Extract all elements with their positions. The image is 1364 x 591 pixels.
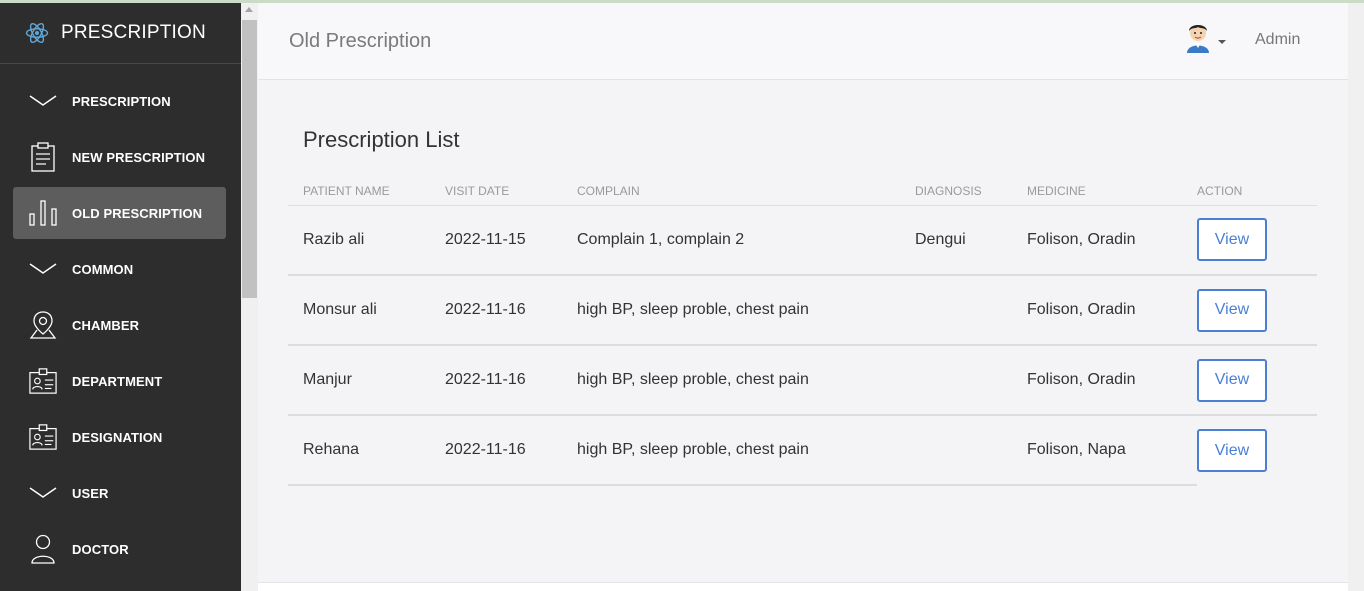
list-title: Prescription List bbox=[303, 127, 460, 152]
sidebar-item-label: DOCTOR bbox=[72, 541, 129, 557]
sidebar-item-department[interactable]: DEPARTMENT bbox=[13, 355, 226, 407]
medicine-cell: Folison, Napa bbox=[1027, 415, 1197, 486]
chevron-down-icon bbox=[29, 478, 57, 508]
clipboard-icon bbox=[29, 142, 57, 172]
view-button[interactable]: View bbox=[1197, 358, 1267, 402]
column-header-visit-date: VISIT DATE bbox=[445, 178, 577, 206]
sidebar-item-label: COMMON bbox=[72, 261, 134, 277]
action-cell: View bbox=[1197, 275, 1317, 346]
user-name[interactable]: Admin bbox=[1255, 31, 1300, 49]
scroll-thumb[interactable] bbox=[242, 20, 257, 298]
complain-cell: high BP, sleep proble, chest pain bbox=[577, 415, 915, 486]
diagnosis-cell bbox=[915, 415, 1027, 486]
brand-title: PRESCRIPTION bbox=[61, 22, 206, 43]
table-row: Manjur 2022-11-16 high BP, sleep proble,… bbox=[288, 345, 1317, 416]
sidebar-scrollbar[interactable] bbox=[241, 3, 258, 591]
table-row: Monsur ali 2022-11-16 high BP, sleep pro… bbox=[288, 275, 1317, 346]
visit-date-cell: 2022-11-16 bbox=[445, 345, 577, 416]
diagnosis-cell bbox=[915, 275, 1027, 346]
patient-name-cell: Razib ali bbox=[288, 205, 445, 276]
medicine-cell: Folison, Oradin bbox=[1027, 205, 1197, 276]
table-header-row: PATIENT NAME VISIT DATE COMPLAIN DIAGNOS… bbox=[288, 178, 1317, 206]
complain-cell: high BP, sleep proble, chest pain bbox=[577, 345, 915, 416]
column-header-patient-name: PATIENT NAME bbox=[288, 178, 445, 206]
top-header: Old Prescription Admin bbox=[258, 3, 1348, 80]
sidebar-nav: PRESCRIPTION NEW PRESCRIPTION OLD PRESCR… bbox=[0, 64, 241, 575]
sidebar-item-prescription[interactable]: PRESCRIPTION bbox=[13, 75, 226, 127]
chevron-down-icon bbox=[29, 86, 57, 116]
sidebar-item-common[interactable]: COMMON bbox=[13, 243, 226, 295]
prescription-table: PATIENT NAME VISIT DATE COMPLAIN DIAGNOS… bbox=[288, 178, 1317, 486]
action-cell: View bbox=[1197, 415, 1317, 485]
user-icon bbox=[29, 534, 57, 564]
column-header-medicine: MEDICINE bbox=[1027, 178, 1197, 206]
medicine-cell: Folison, Oradin bbox=[1027, 275, 1197, 346]
medicine-cell: Folison, Oradin bbox=[1027, 345, 1197, 416]
view-button[interactable]: View bbox=[1197, 218, 1267, 262]
id-card-icon bbox=[29, 422, 57, 452]
column-header-diagnosis: DIAGNOSIS bbox=[915, 178, 1027, 206]
action-cell: View bbox=[1197, 205, 1317, 276]
sidebar-item-label: OLD PRESCRIPTION bbox=[72, 205, 203, 221]
patient-name-cell: Monsur ali bbox=[288, 275, 445, 346]
sidebar-item-chamber[interactable]: CHAMBER bbox=[13, 299, 226, 351]
visit-date-cell: 2022-11-15 bbox=[445, 205, 577, 276]
sidebar-item-label: NEW PRESCRIPTION bbox=[72, 149, 206, 165]
react-atom-icon bbox=[25, 22, 49, 44]
sidebar-item-label: USER bbox=[72, 485, 109, 501]
visit-date-cell: 2022-11-16 bbox=[445, 415, 577, 486]
sidebar-item-old-prescription[interactable]: OLD PRESCRIPTION bbox=[13, 187, 226, 239]
visit-date-cell: 2022-11-16 bbox=[445, 275, 577, 346]
brand[interactable]: PRESCRIPTION bbox=[0, 3, 241, 64]
view-button[interactable]: View bbox=[1197, 429, 1267, 472]
diagnosis-cell bbox=[915, 345, 1027, 416]
complain-cell: Complain 1, complain 2 bbox=[577, 205, 915, 276]
scroll-up-arrow-icon[interactable] bbox=[245, 7, 253, 12]
sidebar-item-label: DEPARTMENT bbox=[72, 373, 163, 389]
sidebar-item-label: PRESCRIPTION bbox=[72, 93, 171, 109]
action-cell: View bbox=[1197, 345, 1317, 416]
table-row: Rehana 2022-11-16 high BP, sleep proble,… bbox=[288, 415, 1317, 486]
column-header-action: ACTION bbox=[1197, 178, 1317, 206]
browser-top-border bbox=[0, 0, 1364, 3]
table-row: Razib ali 2022-11-15 Complain 1, complai… bbox=[288, 205, 1317, 276]
sidebar-item-designation[interactable]: DESIGNATION bbox=[13, 411, 226, 463]
main-content: Prescription List PATIENT NAME VISIT DAT… bbox=[258, 80, 1348, 582]
map-pin-icon bbox=[29, 310, 57, 340]
avatar[interactable] bbox=[1183, 21, 1213, 53]
sidebar-item-label: DESIGNATION bbox=[72, 429, 163, 445]
caret-down-icon[interactable] bbox=[1218, 40, 1226, 44]
page-scrollbar[interactable] bbox=[1348, 3, 1364, 591]
page-title: Old Prescription bbox=[289, 30, 432, 52]
patient-name-cell: Rehana bbox=[288, 415, 445, 486]
view-button[interactable]: View bbox=[1197, 288, 1267, 332]
patient-name-cell: Manjur bbox=[288, 345, 445, 416]
sidebar-item-user[interactable]: USER bbox=[13, 467, 226, 519]
sidebar-item-doctor[interactable]: DOCTOR bbox=[13, 523, 226, 575]
complain-cell: high BP, sleep proble, chest pain bbox=[577, 275, 915, 346]
sidebar: PRESCRIPTION PRESCRIPTION NEW PRESCRIPTI… bbox=[0, 3, 241, 591]
bar-chart-icon bbox=[29, 198, 57, 228]
column-header-complain: COMPLAIN bbox=[577, 178, 915, 206]
id-card-icon bbox=[29, 366, 57, 396]
diagnosis-cell: Dengui bbox=[915, 205, 1027, 276]
sidebar-item-new-prescription[interactable]: NEW PRESCRIPTION bbox=[13, 131, 226, 183]
chevron-down-icon bbox=[29, 254, 57, 284]
sidebar-item-label: CHAMBER bbox=[72, 317, 140, 333]
footer bbox=[258, 582, 1348, 591]
